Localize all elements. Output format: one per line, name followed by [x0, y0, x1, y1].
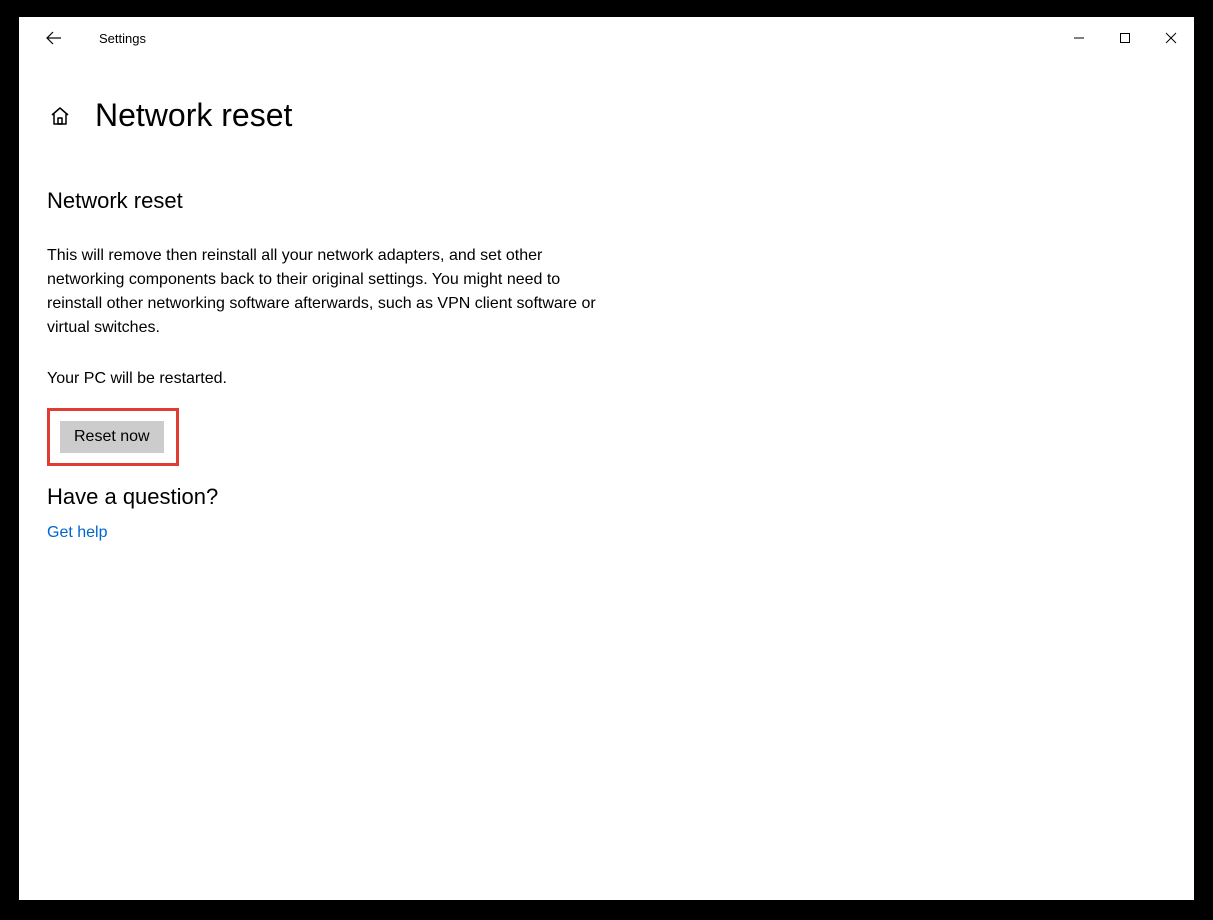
back-button[interactable] — [39, 23, 69, 53]
back-arrow-icon — [45, 29, 63, 47]
titlebar: Settings — [19, 17, 1194, 59]
close-icon — [1165, 32, 1177, 44]
app-title: Settings — [99, 31, 146, 46]
section-title: Network reset — [47, 188, 1166, 214]
page-title: Network reset — [95, 97, 292, 134]
settings-window: Settings — [19, 17, 1194, 900]
description-text: This will remove then reinstall all your… — [47, 244, 607, 340]
content-area: Network reset Network reset This will re… — [19, 59, 1194, 542]
home-button[interactable] — [47, 103, 73, 129]
minimize-button[interactable] — [1056, 22, 1102, 54]
have-a-question-title: Have a question? — [47, 484, 1166, 510]
reset-now-button[interactable]: Reset now — [60, 421, 164, 453]
get-help-link[interactable]: Get help — [47, 524, 107, 541]
maximize-icon — [1119, 32, 1131, 44]
close-button[interactable] — [1148, 22, 1194, 54]
restart-notice: Your PC will be restarted. — [47, 370, 1166, 388]
highlight-annotation: Reset now — [47, 408, 179, 466]
home-icon — [49, 105, 71, 127]
maximize-button[interactable] — [1102, 22, 1148, 54]
minimize-icon — [1073, 32, 1085, 44]
